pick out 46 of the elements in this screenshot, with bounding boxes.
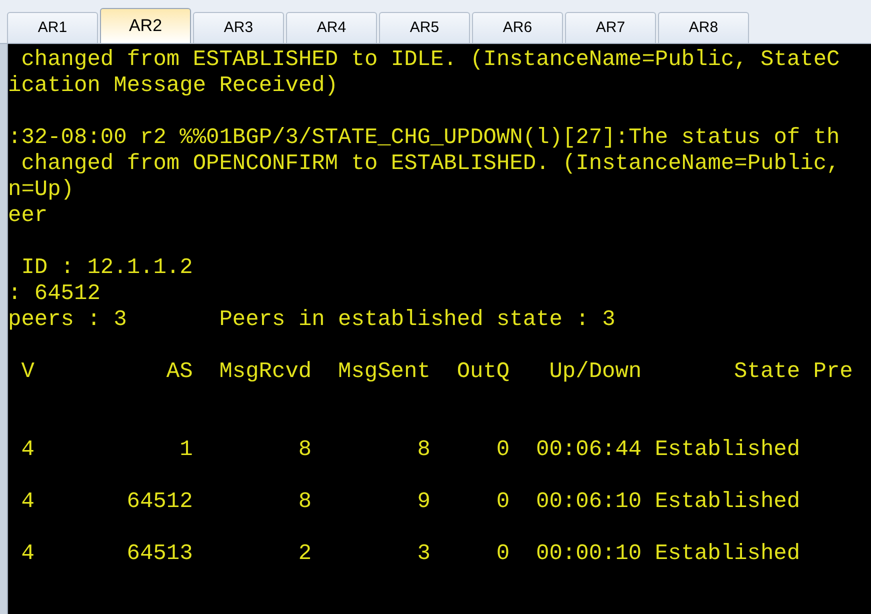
column-header: AS: [165, 359, 193, 385]
table-cell: 4: [21, 489, 34, 515]
table-cell-text: 8: [416, 437, 430, 463]
column-header: MsgSent: [337, 359, 430, 385]
table-cell-text: 64512: [126, 489, 193, 515]
table-cell-text: 1: [178, 437, 193, 463]
table-cell-text: 0: [495, 489, 510, 515]
tab[interactable]: AR4: [286, 12, 377, 43]
tab[interactable]: AR7: [565, 12, 656, 43]
table-cell: 4: [21, 437, 34, 463]
table-cell-text: 2: [297, 541, 312, 567]
table-cell-text: 8: [297, 489, 312, 515]
table-cell-text: 9: [416, 489, 430, 515]
terminal-line: ication Message Received): [8, 73, 338, 98]
table-cell-text: 8: [297, 437, 312, 463]
terminal-line: changed from OPENCONFIRM to ESTABLISHED. (InstanceName=Public,: [20, 151, 840, 176]
column-header: Pre: [812, 359, 853, 385]
column-header: V: [21, 359, 34, 385]
terminal-line: :32-08:00 r2 %%01BGP/3/STATE_CHG_UPDOWN(l)[27]:The status of th: [8, 125, 840, 150]
column-header: MsgRcvd: [218, 359, 312, 385]
terminal-line: n=Up): [8, 177, 74, 202]
terminal-line: peers : 3 Peers in established state : 3: [8, 307, 616, 332]
tab[interactable]: AR3: [193, 12, 284, 43]
table-cell-text: Established: [654, 437, 800, 463]
table-cell-text: 64513: [126, 541, 193, 567]
table-cell-text: Established: [654, 541, 800, 567]
column-header: State: [733, 359, 800, 385]
terminal-line: changed from ESTABLISHED to IDLE. (InstanceName=Public, StateC: [20, 47, 840, 72]
table-cell-text: 0: [495, 541, 510, 567]
table-cell-text: 00:00:10: [535, 541, 642, 567]
table-cell-text: 0: [495, 437, 510, 463]
tab[interactable]: AR6: [472, 12, 563, 43]
table-cell-text: 3: [416, 541, 430, 567]
table-cell: 4: [21, 541, 34, 567]
tab[interactable]: AR8: [658, 12, 749, 43]
tab[interactable]: AR2: [100, 8, 191, 43]
table-cell-text: Established: [654, 489, 800, 515]
terminal-line: : 64512: [8, 281, 100, 306]
tab[interactable]: AR1: [7, 12, 98, 43]
terminal-line: eer: [8, 203, 48, 228]
table-cell-text: 00:06:10: [535, 489, 642, 515]
tab[interactable]: AR5: [379, 12, 470, 43]
terminal-line: ID : 12.1.1.2: [20, 255, 193, 280]
table-cell-text: 00:06:44: [535, 437, 642, 463]
column-header: OutQ: [456, 359, 510, 385]
column-header: Up/Down: [548, 359, 642, 385]
